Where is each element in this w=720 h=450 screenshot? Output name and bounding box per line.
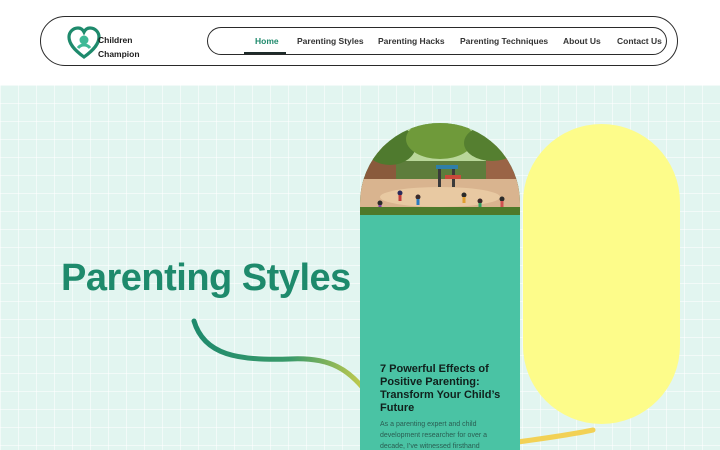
article-title[interactable]: 7 Powerful Effects of Positive Parenting… (380, 363, 508, 415)
nav-contact-us[interactable]: Contact Us (617, 28, 662, 54)
logo-line-1: Children (98, 35, 133, 45)
decorative-yellow-shape (523, 124, 680, 424)
header-bar: Children Champion Home Parenting Styles … (40, 16, 678, 66)
logo-wordmark: Children Champion (98, 33, 140, 61)
logo-line-2: Champion (98, 49, 140, 59)
nav-parenting-hacks[interactable]: Parenting Hacks (378, 28, 445, 54)
page-title: Parenting Styles (61, 257, 351, 299)
article-excerpt: As a parenting expert and child developm… (380, 421, 487, 450)
nav-about-us[interactable]: About Us (563, 28, 601, 54)
site-logo[interactable]: Children Champion (67, 26, 187, 60)
featured-article-card[interactable]: 7 Powerful Effects of Positive Parenting… (360, 123, 520, 450)
site-header: Children Champion Home Parenting Styles … (0, 0, 720, 85)
hero-section: Parenting Styles 7 Powerful Effects of P… (0, 85, 720, 450)
nav-parenting-styles[interactable]: Parenting Styles (297, 28, 364, 54)
nav-active-indicator (244, 52, 286, 54)
main-nav: Home Parenting Styles Parenting Hacks Pa… (207, 27, 667, 55)
heart-icon (67, 26, 101, 59)
nav-parenting-techniques[interactable]: Parenting Techniques (460, 28, 548, 54)
nav-home[interactable]: Home (255, 28, 279, 54)
park-playground-image (360, 123, 520, 215)
